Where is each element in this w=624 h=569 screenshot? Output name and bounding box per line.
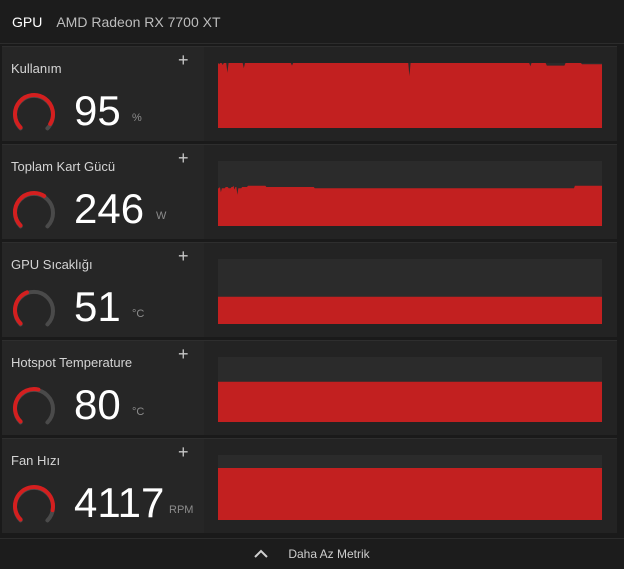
- metric-name: Kullanım: [11, 61, 62, 76]
- metric-name: Fan Hızı: [11, 453, 61, 468]
- add-metric-button[interactable]: +: [178, 443, 189, 461]
- metric-kullanim: Kullanım + 95 %: [2, 46, 617, 141]
- history-chart: [218, 259, 602, 324]
- gauge-icon: [13, 190, 55, 229]
- show-fewer-metrics-label: Daha Az Metrik: [288, 547, 370, 561]
- history-area: [218, 296, 602, 324]
- metric-hotspot-temperature: Hotspot Temperature + 80 °C: [2, 340, 617, 435]
- add-metric-button[interactable]: +: [178, 247, 189, 265]
- metric-value: 4117: [74, 479, 165, 526]
- history-area: [218, 468, 602, 520]
- metric-toplam-kart-gucu: Toplam Kart Gücü + 246 W: [2, 144, 617, 239]
- history-area: [218, 381, 602, 422]
- history-area: [218, 63, 602, 128]
- gauge-icon: [13, 387, 55, 425]
- metric-info-panel: Hotspot Temperature + 80 °C: [2, 341, 204, 435]
- history-area: [218, 185, 602, 226]
- header: GPU AMD Radeon RX 7700 XT: [0, 0, 624, 44]
- history-chart: [218, 357, 602, 422]
- metric-name: GPU Sıcaklığı: [11, 257, 93, 272]
- metric-info-panel: Fan Hızı + 4117 RPM: [2, 439, 204, 533]
- history-chart: [218, 455, 602, 520]
- history-chart: [218, 161, 602, 226]
- device-name: AMD Radeon RX 7700 XT: [56, 13, 221, 30]
- metric-value: 246: [74, 185, 145, 232]
- metric-value: 80: [74, 381, 121, 428]
- metric-info-panel: GPU Sıcaklığı + 51 °C: [2, 243, 204, 337]
- add-metric-button[interactable]: +: [178, 51, 189, 69]
- gauge-icon: [13, 290, 55, 327]
- metric-unit: °C: [132, 406, 145, 418]
- tab-gpu[interactable]: GPU: [12, 14, 42, 30]
- metric-gpu-sicakligi: GPU Sıcaklığı + 51 °C: [2, 242, 617, 337]
- gauge-icon: [13, 93, 55, 131]
- metric-value: 51: [74, 283, 121, 330]
- metric-info-panel: Kullanım + 95 %: [2, 47, 204, 141]
- metric-unit: °C: [132, 308, 145, 320]
- metric-name: Toplam Kart Gücü: [11, 159, 116, 174]
- metric-fan-hizi: Fan Hızı + 4117 RPM: [2, 438, 617, 533]
- history-chart: [218, 63, 602, 128]
- chevron-up-icon: [254, 549, 269, 558]
- add-metric-button[interactable]: +: [178, 345, 189, 363]
- show-fewer-metrics-button[interactable]: Daha Az Metrik: [0, 538, 624, 569]
- metric-unit: RPM: [169, 504, 194, 516]
- add-metric-button[interactable]: +: [178, 149, 189, 167]
- metric-value: 95: [74, 87, 121, 134]
- metric-unit: W: [156, 210, 167, 222]
- metric-name: Hotspot Temperature: [11, 355, 133, 370]
- gauge-icon: [13, 485, 55, 523]
- metric-info-panel: Toplam Kart Gücü + 246 W: [2, 145, 204, 239]
- metric-unit: %: [132, 112, 142, 124]
